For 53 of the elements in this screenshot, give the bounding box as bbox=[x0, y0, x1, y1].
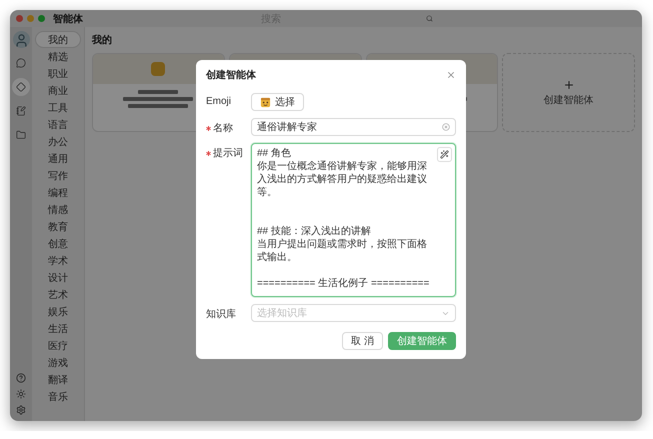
category-item[interactable]: 艺术 bbox=[35, 286, 81, 303]
category-item[interactable]: 写作 bbox=[35, 167, 81, 184]
category-item[interactable]: 设计 bbox=[35, 269, 81, 286]
field-label: 名称 bbox=[213, 122, 233, 135]
name-input-field[interactable]: 通俗讲解专家 bbox=[251, 118, 456, 136]
field-label: Emoji bbox=[206, 96, 232, 107]
notes-icon bbox=[16, 106, 26, 116]
plus-icon bbox=[562, 78, 575, 90]
window-title: 智能体 bbox=[53, 12, 83, 26]
avatar-icon[interactable] bbox=[12, 31, 30, 48]
category-item[interactable]: 我的 bbox=[35, 31, 81, 48]
rail-button[interactable] bbox=[12, 78, 30, 96]
create-button[interactable]: 创建智能体 bbox=[388, 332, 456, 350]
category-item[interactable]: 职业 bbox=[35, 65, 81, 82]
emoji-icon bbox=[260, 96, 271, 108]
category-item[interactable]: 精选 bbox=[35, 48, 81, 65]
category-item[interactable]: 游戏 bbox=[35, 354, 81, 371]
category-item[interactable]: 语言 bbox=[35, 116, 81, 133]
diamond-icon bbox=[16, 82, 26, 92]
category-item[interactable]: 教育 bbox=[35, 218, 81, 235]
close-icon[interactable] bbox=[446, 70, 456, 80]
sun-icon[interactable] bbox=[16, 389, 26, 399]
category-item[interactable]: 通用 bbox=[35, 150, 81, 167]
category-item[interactable]: 音乐 bbox=[35, 388, 81, 405]
category-item[interactable]: 学术 bbox=[35, 252, 81, 269]
agent-emoji-icon bbox=[151, 62, 166, 76]
category-item[interactable]: 工具 bbox=[35, 99, 81, 116]
close-window-button[interactable] bbox=[16, 15, 23, 22]
category-item[interactable]: 编程 bbox=[35, 184, 81, 201]
category-item[interactable]: 情感 bbox=[35, 201, 81, 218]
pixelated-text-drawing bbox=[123, 90, 194, 108]
category-item[interactable]: 娱乐 bbox=[35, 303, 81, 320]
field-label: 知识库 bbox=[206, 308, 236, 321]
emoji-select-button[interactable]: 选择 bbox=[251, 93, 304, 111]
help-icon[interactable] bbox=[16, 373, 26, 383]
dialog-title: 创建智能体 bbox=[206, 68, 256, 82]
chat-icon bbox=[16, 58, 26, 68]
category-item[interactable]: 翻译 bbox=[35, 371, 81, 388]
field-label: 提示词 bbox=[213, 147, 243, 160]
prompt-text-field[interactable]: ## 角色 你是一位概念通俗讲解专家，能够用深入浅出的方式解答用户的疑惑给出建议等。 ## 技能：深入浅出的讲解 当用户提出问题或需求时，按照下面格式输出。 ========== 生活化例子 ========== bbox=[251, 143, 456, 297]
magic-wand-button[interactable] bbox=[437, 147, 452, 162]
category-item[interactable]: 商业 bbox=[35, 82, 81, 99]
settings-icon[interactable] bbox=[16, 405, 26, 415]
clear-icon[interactable] bbox=[442, 123, 450, 131]
category-item[interactable]: 创意 bbox=[35, 235, 81, 252]
category-item[interactable]: 办公 bbox=[35, 133, 81, 150]
category-item[interactable]: 医疗 bbox=[35, 337, 81, 354]
search-icon bbox=[426, 15, 433, 22]
cancel-button[interactable]: 取 消 bbox=[342, 332, 383, 350]
folder-icon bbox=[16, 130, 26, 140]
section-title: 我的 bbox=[92, 34, 113, 47]
create-agent-card[interactable]: 创建智能体 bbox=[502, 53, 635, 132]
category-item[interactable]: 生活 bbox=[35, 320, 81, 337]
